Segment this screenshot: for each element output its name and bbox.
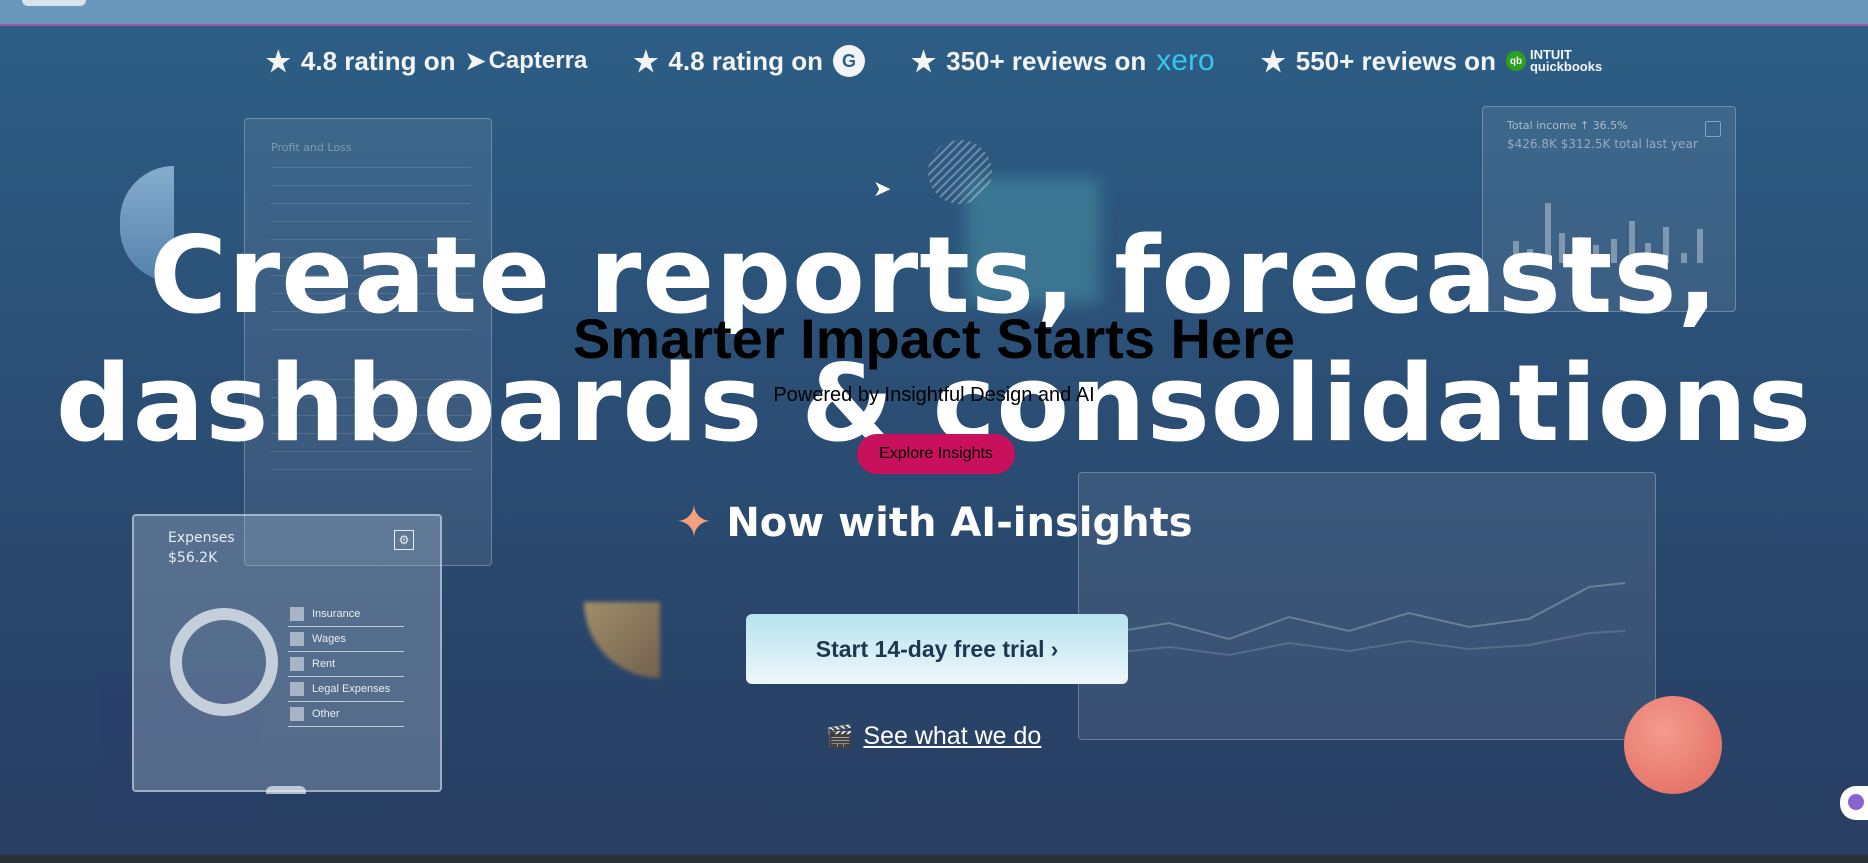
expenses-donut-chart bbox=[170, 608, 278, 716]
card-handle bbox=[266, 786, 306, 794]
legend-label: Wages bbox=[312, 633, 346, 645]
rating-xero[interactable]: ★ 350+ reviews on xero bbox=[911, 44, 1215, 78]
star-icon: ★ bbox=[1260, 45, 1286, 77]
see-link-text: See what we do bbox=[863, 722, 1042, 750]
pl-row bbox=[271, 167, 471, 168]
expenses-legend: Insurance Wages Rent Legal Expenses Othe… bbox=[288, 602, 404, 727]
rating-text: 4.8 rating on bbox=[668, 45, 823, 76]
legend-item: Wages bbox=[288, 627, 404, 652]
gear-icon bbox=[1705, 121, 1721, 137]
trial-label: Start 14-day free trial bbox=[815, 635, 1045, 662]
star-icon: ★ bbox=[633, 45, 659, 77]
legend-item: Insurance bbox=[288, 602, 404, 627]
line-chart bbox=[1109, 582, 1626, 657]
legend-item: Legal Expenses bbox=[288, 677, 404, 702]
capterra-arrow-icon: ➤ bbox=[465, 47, 486, 75]
legend-item: Other bbox=[288, 702, 404, 727]
start-free-trial-button[interactable]: Start 14-day free trial › bbox=[746, 614, 1128, 684]
pl-row bbox=[271, 185, 471, 186]
quickbooks-logo-text: INTUIT quickbooks bbox=[1529, 48, 1603, 74]
expenses-value: $56.2K bbox=[168, 550, 218, 566]
rating-text: 550+ reviews on bbox=[1295, 45, 1496, 76]
capterra-logo-text: Capterra bbox=[488, 47, 588, 74]
qb-bottom: quickbooks bbox=[1529, 59, 1603, 74]
legend-item: Rent bbox=[288, 652, 404, 677]
legend-swatch bbox=[290, 632, 304, 646]
ai-insights-text: Now with AI-insights bbox=[726, 500, 1193, 546]
star-icon: ★ bbox=[911, 45, 937, 77]
pl-row bbox=[271, 469, 471, 470]
expenses-card: Expenses $56.2K ⚙ Insurance Wages Rent L… bbox=[132, 514, 442, 794]
pl-row bbox=[271, 203, 471, 204]
decorative-hatched-circle bbox=[928, 140, 992, 204]
sparkle-icon: ✦ bbox=[675, 497, 713, 548]
chevron-right-icon: › bbox=[1050, 635, 1059, 662]
overlay-subtitle: Powered by Insightful Design and AI bbox=[773, 384, 1095, 406]
legend-label: Legal Expenses bbox=[312, 683, 391, 695]
quickbooks-logo: qb INTUIT quickbooks bbox=[1505, 48, 1603, 74]
ratings-bar: ★ 4.8 rating on ➤ Capterra ★ 4.8 rating o… bbox=[0, 44, 1868, 78]
decorative-quarter-circle bbox=[584, 602, 660, 678]
rating-capterra[interactable]: ★ 4.8 rating on ➤ Capterra bbox=[266, 45, 588, 78]
browser-top-bar bbox=[0, 0, 1868, 26]
decorative-ball bbox=[1624, 696, 1722, 794]
clapperboard-icon: 🎬 bbox=[826, 723, 854, 749]
legend-swatch bbox=[290, 707, 304, 721]
rating-text: 350+ reviews on bbox=[946, 45, 1147, 76]
rating-quickbooks[interactable]: ★ 550+ reviews on qb INTUIT quickbooks bbox=[1261, 45, 1603, 78]
chat-widget-button[interactable] bbox=[1840, 786, 1868, 820]
pl-card-title: Profit and Loss bbox=[271, 141, 352, 154]
ai-insights-line: ✦ Now with AI-insights bbox=[0, 500, 1868, 546]
quickbooks-badge: qb bbox=[1505, 51, 1526, 71]
see-what-we-do-link[interactable]: 🎬 See what we do bbox=[826, 722, 1041, 751]
star-icon: ★ bbox=[265, 45, 291, 77]
rating-g2[interactable]: ★ 4.8 rating on G bbox=[633, 45, 865, 78]
g2-logo: G bbox=[833, 45, 865, 77]
legend-label: Insurance bbox=[312, 608, 361, 620]
legend-swatch bbox=[290, 607, 304, 621]
legend-label: Rent bbox=[312, 658, 336, 670]
income-title: Total income ↑ 36.5% bbox=[1507, 119, 1628, 132]
capterra-logo: ➤ Capterra bbox=[465, 47, 587, 76]
explore-insights-button[interactable]: Explore Insights bbox=[857, 434, 1015, 474]
mouse-cursor-icon: ➤ bbox=[873, 177, 892, 202]
top-tab-pill[interactable] bbox=[22, 0, 86, 6]
widget-icon bbox=[1848, 794, 1864, 810]
legend-label: Other bbox=[312, 708, 340, 720]
xero-logo: xero bbox=[1156, 44, 1215, 77]
bottom-bar bbox=[0, 855, 1868, 863]
legend-swatch bbox=[290, 657, 304, 671]
overlay-title: Smarter Impact Starts Here bbox=[572, 307, 1296, 370]
legend-swatch bbox=[290, 682, 304, 696]
income-value: $426.8K $312.5K total last year bbox=[1507, 137, 1698, 151]
rating-text: 4.8 rating on bbox=[300, 45, 456, 76]
